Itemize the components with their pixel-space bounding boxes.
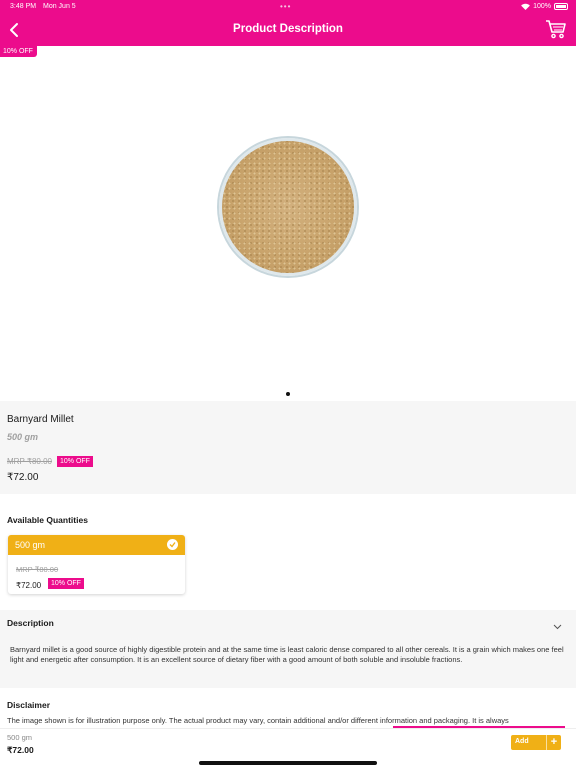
bottom-cart-bar: 500 gm ₹72.00 Add + <box>0 728 576 768</box>
add-to-cart-button[interactable]: Add + <box>511 735 561 750</box>
quantity-option-label: 500 gm <box>15 540 46 550</box>
product-mrp: MRP ₹80.00 <box>7 457 52 466</box>
quantity-option-price: ₹72.00 <box>16 581 42 590</box>
bottom-price: ₹72.00 <box>7 745 34 755</box>
status-time: 3:48 PM <box>10 3 37 10</box>
quantity-option-header: 500 gm <box>8 535 185 555</box>
disclaimer-text: The image shown is for illustration purp… <box>7 716 509 725</box>
add-button-label: Add <box>515 738 529 745</box>
chevron-down-icon[interactable] <box>553 624 562 630</box>
description-title: Description <box>7 618 54 628</box>
status-date: Mon Jun 5 <box>43 3 76 10</box>
discount-badge: 10% OFF <box>0 46 37 57</box>
multitask-dots-icon: ••• <box>280 2 292 11</box>
product-description-screen: 3:48 PM Mon Jun 5 ••• 100% Product Descr… <box>0 0 576 768</box>
quantity-option-mrp: MRP ₹80.00 <box>16 565 59 574</box>
product-discount-badge: 10% OFF <box>57 456 93 467</box>
status-bar: 3:48 PM Mon Jun 5 ••• 100% <box>0 2 576 13</box>
product-image-carousel[interactable] <box>0 46 576 401</box>
product-price: ₹72.00 <box>7 472 39 483</box>
quantity-option-discount: 10% OFF <box>48 578 84 589</box>
product-weight: 500 gm <box>7 432 39 442</box>
description-text: Barnyard millet is a good source of high… <box>10 645 564 664</box>
quantity-option[interactable]: 500 gm MRP ₹80.00 ₹72.00 10% OFF <box>8 535 185 594</box>
quantities-title: Available Quantities <box>7 515 88 525</box>
wifi-icon <box>521 3 530 10</box>
check-circle-icon <box>167 539 178 550</box>
battery-percent: 100% <box>533 3 551 10</box>
product-image <box>219 138 357 276</box>
product-name: Barnyard Millet <box>7 414 74 425</box>
status-right: 100% <box>521 3 568 10</box>
description-section[interactable]: Description Barnyard millet is a good so… <box>0 610 576 688</box>
bottom-weight: 500 gm <box>7 733 33 742</box>
plus-icon: + <box>546 735 561 750</box>
page-title: Product Description <box>233 23 343 35</box>
app-header: 3:48 PM Mon Jun 5 ••• 100% Product Descr… <box>0 0 576 46</box>
home-indicator <box>199 761 377 765</box>
disclaimer-title: Disclaimer <box>7 700 50 710</box>
battery-icon <box>554 3 568 10</box>
product-info: Barnyard Millet 500 gm MRP ₹80.00 10% OF… <box>0 401 576 494</box>
carousel-dot[interactable] <box>286 392 290 396</box>
cart-icon[interactable] <box>545 18 567 40</box>
